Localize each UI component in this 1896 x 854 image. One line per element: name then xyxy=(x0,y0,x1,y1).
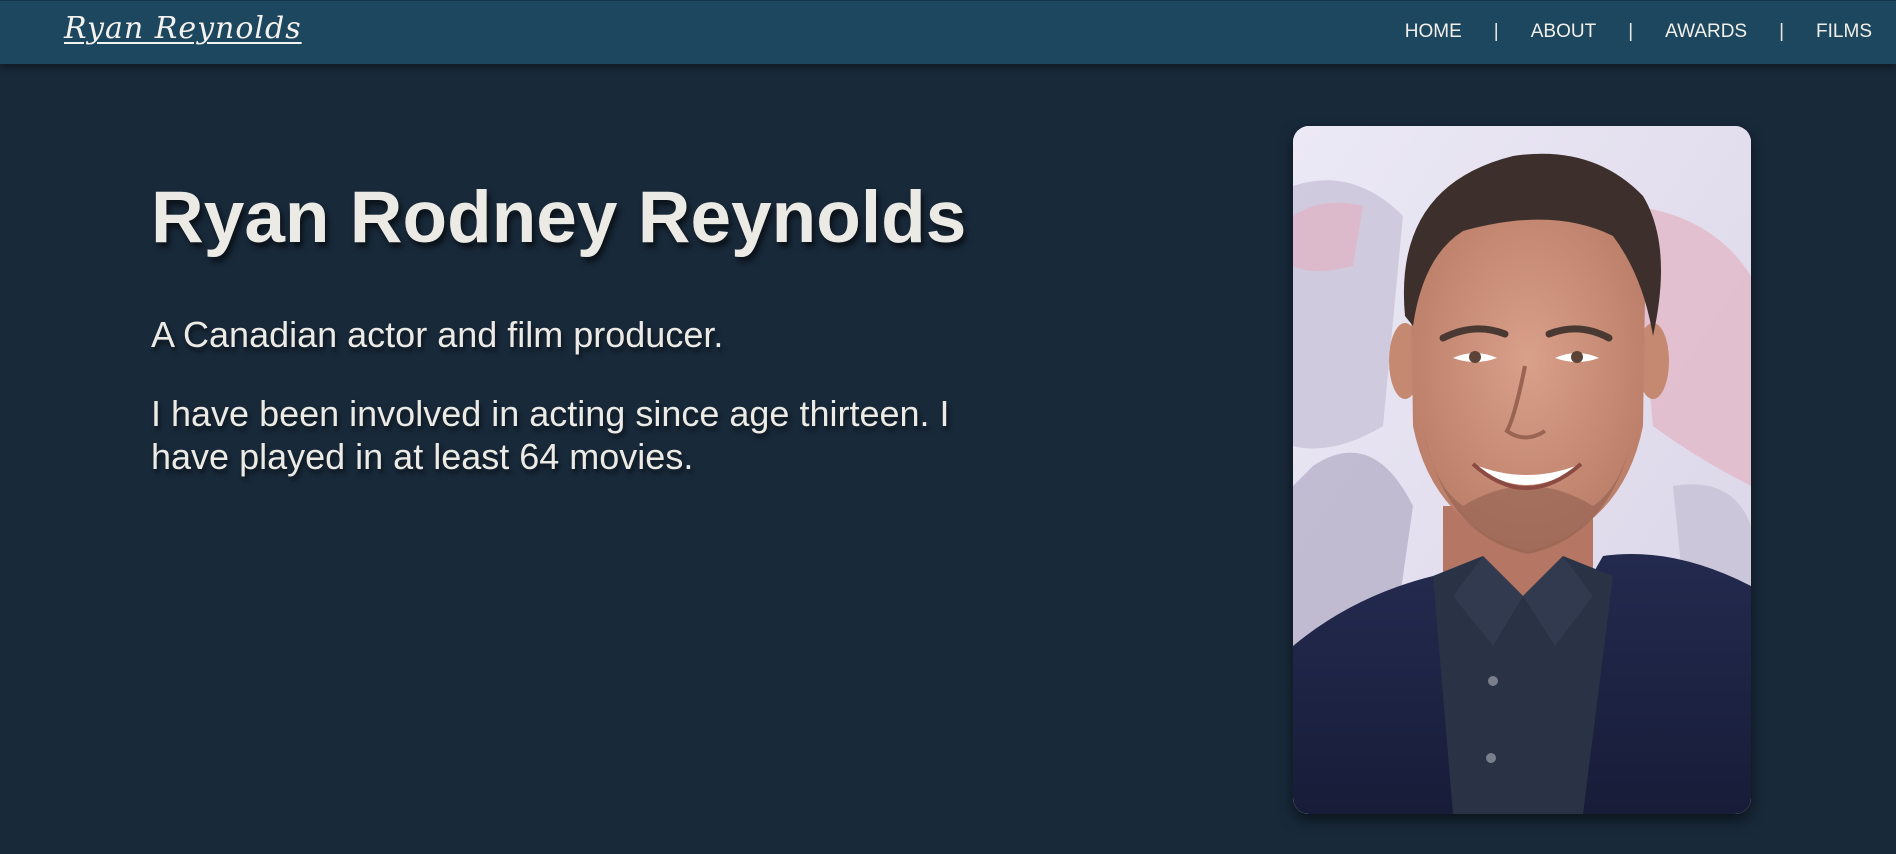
site-logo[interactable]: Ryan Reynolds xyxy=(64,11,302,46)
nav-home-link[interactable]: HOME xyxy=(1405,21,1462,43)
nav-separator: | xyxy=(1779,21,1785,42)
nav-films-link[interactable]: FILMS xyxy=(1816,21,1872,43)
portrait-illustration xyxy=(1293,126,1751,814)
nav-awards-link[interactable]: AWARDS xyxy=(1665,21,1747,43)
main-nav: HOME | ABOUT | AWARDS | FILMS xyxy=(1405,1,1872,63)
hero-title: Ryan Rodney Reynolds xyxy=(151,177,967,258)
hero-subtitle: A Canadian actor and film producer. xyxy=(151,314,724,355)
portrait-photo xyxy=(1293,126,1751,814)
nav-separator: | xyxy=(1493,21,1499,42)
hero-body-text: I have been involved in acting since age… xyxy=(151,393,950,477)
top-navbar: Ryan Reynolds HOME | ABOUT | AWARDS | FI… xyxy=(0,0,1896,64)
nav-separator: | xyxy=(1628,21,1634,42)
nav-about-link[interactable]: ABOUT xyxy=(1531,21,1596,43)
